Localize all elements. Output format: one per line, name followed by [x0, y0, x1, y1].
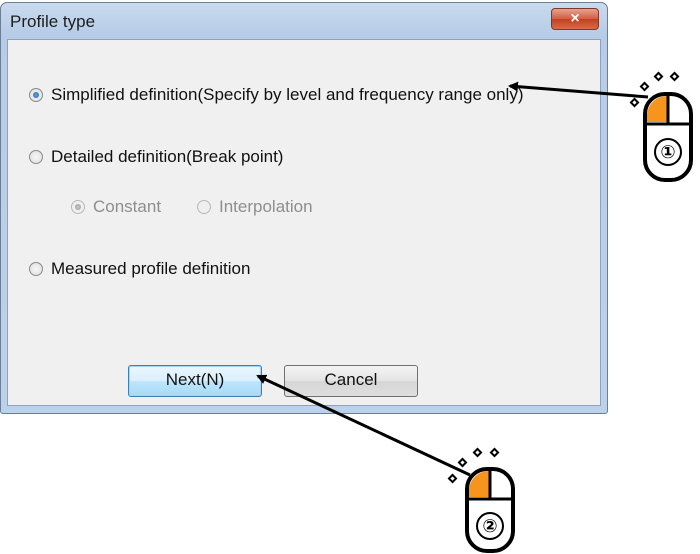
mouse-left-click-icon	[643, 92, 693, 182]
arrow-2	[256, 374, 471, 477]
step-1-label: ①	[660, 142, 675, 163]
arrow-1	[508, 81, 649, 99]
step-2-label: ②	[482, 516, 497, 537]
annotation-overlay: ① ②	[256, 71, 693, 553]
